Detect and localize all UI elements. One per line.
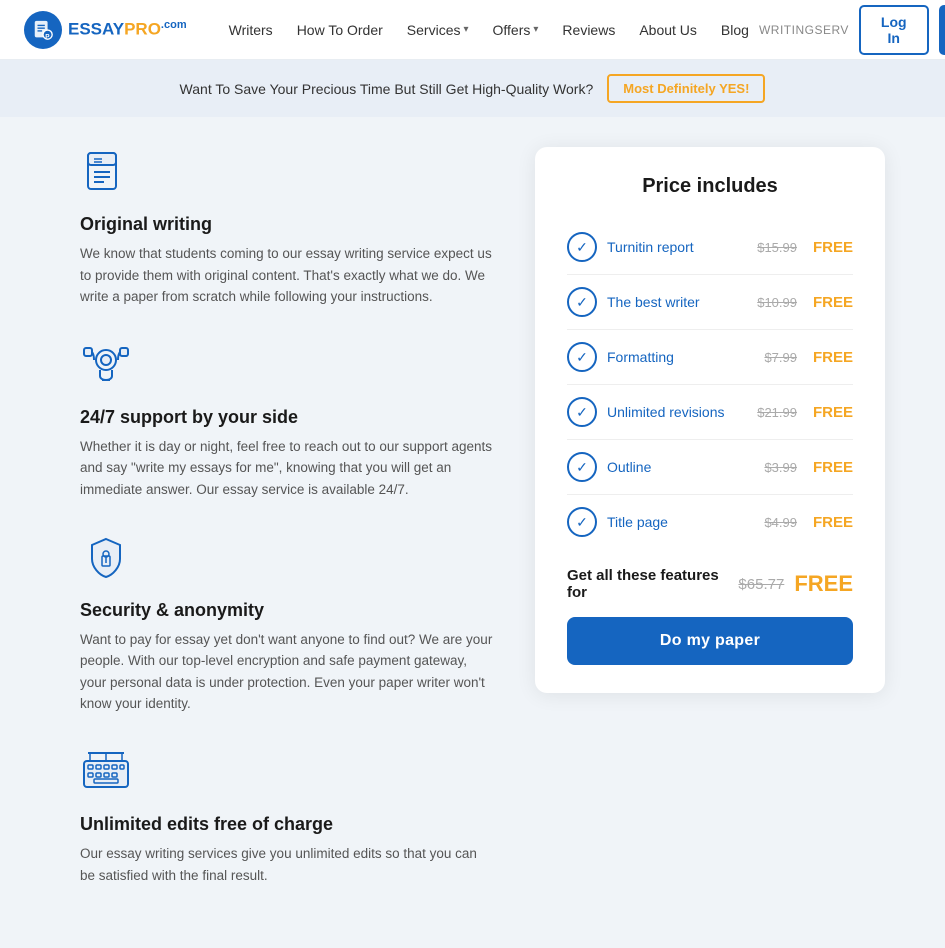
support-icon bbox=[80, 340, 495, 397]
nav-link-services[interactable]: Services ▾ bbox=[397, 16, 479, 44]
price-item-original: $3.99 bbox=[764, 460, 797, 475]
price-item-original: $10.99 bbox=[757, 295, 797, 310]
keyboard-icon bbox=[80, 747, 495, 804]
price-item-original: $15.99 bbox=[757, 240, 797, 255]
check-circle-icon: ✓ bbox=[567, 507, 597, 537]
feature-original-writing: Original writing We know that students c… bbox=[80, 147, 495, 308]
nav-right: WRITINGSERV Log In Sign Up bbox=[759, 5, 945, 55]
price-row: ✓ Formatting $7.99 FREE bbox=[567, 330, 853, 385]
feature-title-security: Security & anonymity bbox=[80, 600, 495, 621]
feature-desc-edits: Our essay writing services give you unli… bbox=[80, 843, 495, 886]
price-rows: ✓ Turnitin report $15.99 FREE ✓ The best… bbox=[567, 220, 853, 549]
feature-edits: Unlimited edits free of charge Our essay… bbox=[80, 747, 495, 886]
check-circle-icon: ✓ bbox=[567, 232, 597, 262]
price-item-original: $4.99 bbox=[764, 515, 797, 530]
nav-link-blog[interactable]: Blog bbox=[711, 16, 759, 44]
check-circle-icon: ✓ bbox=[567, 452, 597, 482]
price-card-title: Price includes bbox=[567, 175, 853, 198]
banner-text: Want To Save Your Precious Time But Stil… bbox=[180, 81, 594, 97]
navbar: P ESSAYPRO.com Writers How To Order Serv… bbox=[0, 0, 945, 60]
price-item-name: The best writer bbox=[607, 294, 747, 310]
price-item-free: FREE bbox=[813, 514, 853, 531]
offers-chevron-icon: ▾ bbox=[533, 24, 538, 35]
do-paper-button[interactable]: Do my paper bbox=[567, 617, 853, 665]
price-row: ✓ Title page $4.99 FREE bbox=[567, 495, 853, 549]
main-content: Original writing We know that students c… bbox=[0, 117, 945, 948]
nav-link-writers[interactable]: Writers bbox=[219, 16, 283, 44]
price-item-name: Turnitin report bbox=[607, 239, 747, 255]
price-item-name: Outline bbox=[607, 459, 754, 475]
price-item-free: FREE bbox=[813, 239, 853, 256]
price-total-free: FREE bbox=[794, 571, 853, 597]
price-item-free: FREE bbox=[813, 459, 853, 476]
feature-desc-security: Want to pay for essay yet don't want any… bbox=[80, 629, 495, 715]
document-icon bbox=[80, 147, 495, 204]
price-total-original: $65.77 bbox=[738, 576, 784, 593]
logo[interactable]: P ESSAYPRO.com bbox=[24, 11, 187, 49]
shield-icon bbox=[80, 533, 495, 590]
feature-title-edits: Unlimited edits free of charge bbox=[80, 814, 495, 835]
price-item-name: Title page bbox=[607, 514, 754, 530]
price-total-label: Get all these features for bbox=[567, 567, 728, 601]
price-row: ✓ The best writer $10.99 FREE bbox=[567, 275, 853, 330]
nav-links: Writers How To Order Services ▾ Offers ▾… bbox=[219, 16, 759, 44]
promo-banner: Want To Save Your Precious Time But Stil… bbox=[0, 60, 945, 117]
nav-link-reviews[interactable]: Reviews bbox=[552, 16, 625, 44]
logo-icon: P bbox=[24, 11, 62, 49]
check-circle-icon: ✓ bbox=[567, 287, 597, 317]
price-item-original: $7.99 bbox=[764, 350, 797, 365]
login-button[interactable]: Log In bbox=[859, 5, 929, 55]
price-card: Price includes ✓ Turnitin report $15.99 … bbox=[535, 147, 885, 693]
feature-title-support: 24/7 support by your side bbox=[80, 407, 495, 428]
feature-support: 24/7 support by your side Whether it is … bbox=[80, 340, 495, 501]
check-circle-icon: ✓ bbox=[567, 342, 597, 372]
price-item-original: $21.99 bbox=[757, 405, 797, 420]
check-circle-icon: ✓ bbox=[567, 397, 597, 427]
price-row: ✓ Outline $3.99 FREE bbox=[567, 440, 853, 495]
price-total-row: Get all these features for $65.77 FREE bbox=[567, 567, 853, 601]
signup-button[interactable]: Sign Up bbox=[939, 5, 945, 55]
writing-serv-label: WRITINGSERV bbox=[759, 23, 849, 37]
price-item-free: FREE bbox=[813, 294, 853, 311]
feature-security: Security & anonymity Want to pay for ess… bbox=[80, 533, 495, 715]
feature-title-original-writing: Original writing bbox=[80, 214, 495, 235]
services-chevron-icon: ▾ bbox=[463, 24, 468, 35]
svg-text:P: P bbox=[45, 33, 50, 40]
logo-text: ESSAYPRO.com bbox=[68, 19, 187, 40]
price-item-name: Formatting bbox=[607, 349, 754, 365]
price-item-free: FREE bbox=[813, 349, 853, 366]
feature-desc-support: Whether it is day or night, feel free to… bbox=[80, 436, 495, 501]
price-row: ✓ Unlimited revisions $21.99 FREE bbox=[567, 385, 853, 440]
banner-cta-button[interactable]: Most Definitely YES! bbox=[607, 74, 765, 103]
price-item-name: Unlimited revisions bbox=[607, 404, 747, 420]
nav-link-offers[interactable]: Offers ▾ bbox=[483, 16, 549, 44]
features-column: Original writing We know that students c… bbox=[80, 147, 495, 918]
price-item-free: FREE bbox=[813, 404, 853, 421]
feature-desc-original-writing: We know that students coming to our essa… bbox=[80, 243, 495, 308]
nav-link-about-us[interactable]: About Us bbox=[629, 16, 707, 44]
price-row: ✓ Turnitin report $15.99 FREE bbox=[567, 220, 853, 275]
nav-link-how-to-order[interactable]: How To Order bbox=[287, 16, 393, 44]
